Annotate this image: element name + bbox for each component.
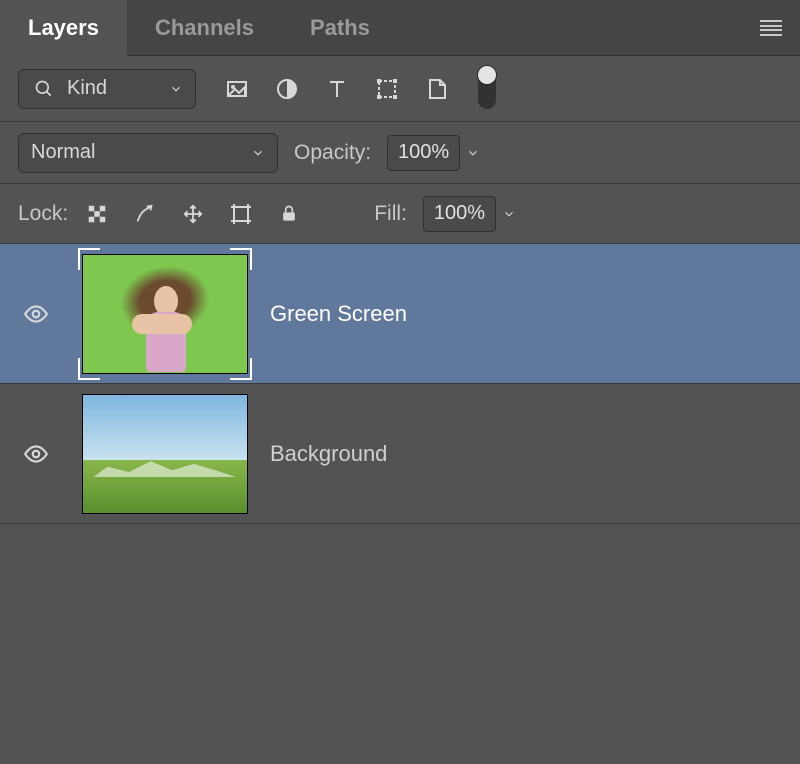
lock-image-icon[interactable] bbox=[132, 201, 158, 227]
filter-smartobject-icon[interactable] bbox=[424, 76, 450, 102]
search-icon bbox=[31, 76, 57, 102]
visibility-eye-icon[interactable] bbox=[23, 301, 49, 327]
layers-panel: Layers Channels Paths Kind bbox=[0, 0, 800, 764]
lock-position-icon[interactable] bbox=[180, 201, 206, 227]
lock-label: Lock: bbox=[18, 202, 68, 226]
filter-pixel-icon[interactable] bbox=[224, 76, 250, 102]
filter-kind-label: Kind bbox=[67, 77, 107, 100]
panel-tabbar: Layers Channels Paths bbox=[0, 0, 800, 56]
layer-name[interactable]: Green Screen bbox=[270, 301, 407, 327]
layer-thumbnail[interactable] bbox=[80, 250, 250, 378]
opacity-group: 100% bbox=[387, 135, 480, 171]
tab-paths[interactable]: Paths bbox=[282, 0, 398, 56]
chevron-down-icon bbox=[251, 146, 265, 160]
filter-kind-dropdown[interactable]: Kind bbox=[18, 69, 196, 109]
blend-row: Normal Opacity: 100% bbox=[0, 122, 800, 184]
blend-mode-value: Normal bbox=[31, 141, 95, 164]
lock-artboard-icon[interactable] bbox=[228, 201, 254, 227]
fill-field[interactable]: 100% bbox=[423, 196, 496, 232]
filter-row: Kind bbox=[0, 56, 800, 122]
tab-layers[interactable]: Layers bbox=[0, 0, 127, 56]
filter-type-buttons bbox=[224, 69, 496, 109]
visibility-eye-icon[interactable] bbox=[23, 441, 49, 467]
blend-mode-dropdown[interactable]: Normal bbox=[18, 133, 278, 173]
lock-transparent-icon[interactable] bbox=[84, 201, 110, 227]
opacity-label: Opacity: bbox=[294, 141, 371, 165]
tab-channels[interactable]: Channels bbox=[127, 0, 282, 56]
layers-list: Green Screen Background bbox=[0, 244, 800, 764]
filter-toggle[interactable] bbox=[478, 69, 496, 109]
fill-label: Fill: bbox=[374, 202, 407, 226]
chevron-down-icon bbox=[169, 82, 183, 96]
fill-group: 100% bbox=[423, 196, 516, 232]
fill-dropdown-icon[interactable] bbox=[502, 207, 516, 221]
filter-type-icon[interactable] bbox=[324, 76, 350, 102]
layer-thumbnail[interactable] bbox=[80, 390, 250, 518]
opacity-dropdown-icon[interactable] bbox=[466, 146, 480, 160]
lock-buttons bbox=[84, 201, 302, 227]
filter-adjustment-icon[interactable] bbox=[274, 76, 300, 102]
layer-row[interactable]: Background bbox=[0, 384, 800, 524]
lock-all-icon[interactable] bbox=[276, 201, 302, 227]
panel-menu-icon[interactable] bbox=[760, 20, 782, 36]
filter-shape-icon[interactable] bbox=[374, 76, 400, 102]
layer-row[interactable]: Green Screen bbox=[0, 244, 800, 384]
opacity-field[interactable]: 100% bbox=[387, 135, 460, 171]
layer-name[interactable]: Background bbox=[270, 441, 387, 467]
lock-row: Lock: Fill: 100% bbox=[0, 184, 800, 244]
